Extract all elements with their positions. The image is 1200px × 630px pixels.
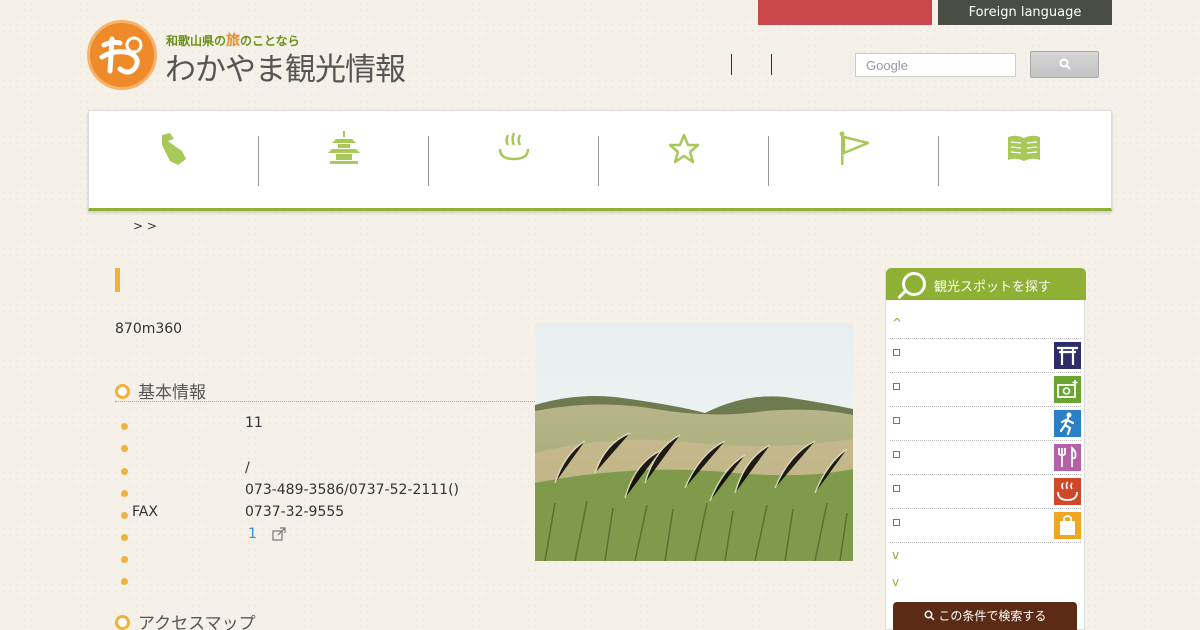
nav-item-map[interactable] (89, 111, 259, 209)
page-title-marker (115, 268, 120, 292)
camera-icon (1054, 376, 1081, 403)
basic-info-heading: 基本情報 (115, 378, 535, 403)
heading-ring-icon (115, 615, 130, 630)
onsen-icon (498, 132, 530, 161)
category-checkbox[interactable] (893, 451, 900, 458)
book-icon (1008, 135, 1040, 161)
intro-text: 870m360 (115, 321, 183, 337)
logo-icon[interactable] (87, 20, 157, 90)
info-row: 1 (115, 524, 535, 546)
flag-icon (839, 131, 870, 165)
category-row[interactable] (890, 372, 1081, 406)
nav-item-favorite[interactable] (599, 111, 769, 209)
info-row (115, 568, 535, 590)
shrine-icon (1054, 342, 1081, 369)
spot-photo (535, 323, 853, 561)
breadcrumb[interactable]: > > (133, 219, 157, 233)
header-divider (731, 54, 732, 75)
site-title[interactable]: わかやま観光情報 (165, 44, 406, 89)
bullet-icon (121, 423, 128, 430)
category-checkbox[interactable] (893, 519, 900, 526)
search-conditions-button[interactable]: この条件で検索する (893, 602, 1077, 630)
collapse-arrow[interactable]: ^ (892, 316, 902, 330)
search-icon (924, 610, 935, 621)
bullet-icon (121, 578, 128, 585)
search-button[interactable] (1030, 51, 1099, 78)
category-row[interactable] (890, 474, 1081, 508)
info-row: FAX 0737-32-9555 (115, 502, 535, 524)
category-checkbox[interactable] (893, 417, 900, 424)
star-icon (668, 133, 700, 164)
category-row[interactable] (890, 440, 1081, 474)
search-input[interactable]: Google (855, 53, 1016, 77)
heading-ring-icon (115, 384, 130, 399)
category-row[interactable] (890, 406, 1081, 440)
bullet-icon (121, 512, 128, 519)
external-link-icon[interactable] (272, 527, 286, 541)
onsen-icon (1054, 478, 1081, 505)
bullet-icon (121, 445, 128, 452)
category-checkbox[interactable] (893, 485, 900, 492)
bullet-icon (121, 468, 128, 475)
bullet-icon (121, 556, 128, 563)
nav-item-guide[interactable] (939, 111, 1109, 209)
activity-icon (1054, 410, 1081, 437)
main-nav (88, 110, 1112, 211)
category-divider (890, 542, 1081, 543)
info-row: / (115, 458, 535, 480)
website-link[interactable]: 1 (248, 526, 257, 542)
nav-item-course[interactable] (769, 111, 939, 209)
header-divider (771, 54, 772, 75)
temple-icon (328, 131, 360, 164)
info-row: 073-489-3586/0737-52-2111() (115, 480, 535, 502)
category-row[interactable] (890, 338, 1081, 372)
category-checkbox[interactable] (893, 383, 900, 390)
bullet-icon (121, 490, 128, 497)
info-row (115, 435, 535, 457)
nav-item-onsen[interactable] (429, 111, 599, 209)
search-icon (1059, 58, 1071, 70)
access-map-heading: アクセスマップ (115, 609, 535, 630)
category-row[interactable] (890, 508, 1081, 542)
category-checkbox[interactable] (893, 349, 900, 356)
map-icon (162, 133, 186, 165)
nav-item-temple[interactable] (259, 111, 429, 209)
sidebar-header: 観光スポットを探す (886, 268, 1086, 300)
magnifier-icon (902, 272, 926, 296)
top-red-button[interactable] (758, 0, 932, 25)
info-row (115, 546, 535, 568)
info-row: 11 (115, 413, 535, 435)
spot-search-sidebar: 観光スポットを探す ^ v v この条件で検索する (885, 268, 1086, 630)
bullet-icon (121, 534, 128, 541)
foreign-language-button[interactable]: Foreign language (938, 0, 1112, 25)
expand-arrow[interactable]: v (892, 575, 899, 589)
shopping-icon (1054, 512, 1081, 539)
dining-icon (1054, 444, 1081, 471)
expand-arrow[interactable]: v (892, 548, 899, 562)
